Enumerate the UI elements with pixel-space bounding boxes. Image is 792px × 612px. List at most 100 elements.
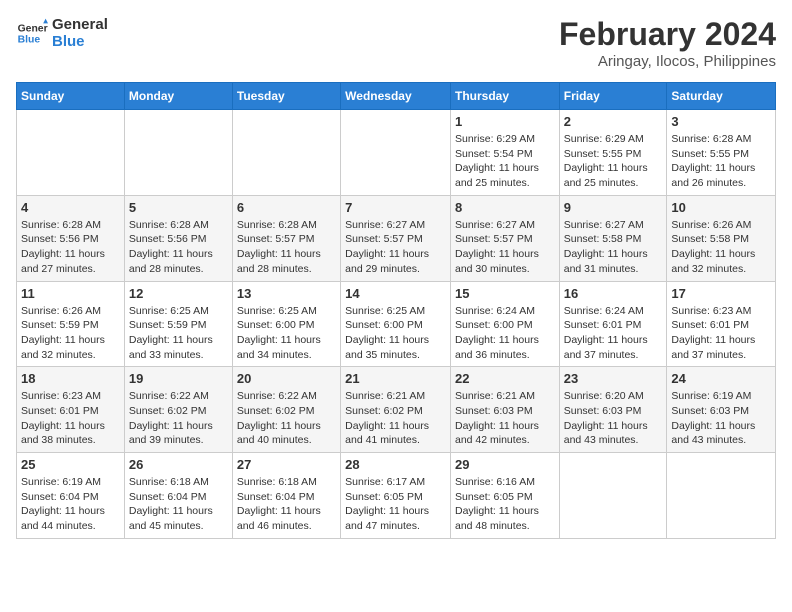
day-detail: Sunrise: 6:29 AMSunset: 5:55 PMDaylight:… bbox=[564, 132, 663, 191]
day-detail: Sunrise: 6:20 AMSunset: 6:03 PMDaylight:… bbox=[564, 389, 663, 448]
day-detail: Sunrise: 6:23 AMSunset: 6:01 PMDaylight:… bbox=[671, 304, 771, 363]
day-number: 14 bbox=[345, 286, 446, 301]
day-cell: 26 Sunrise: 6:18 AMSunset: 6:04 PMDayligh… bbox=[124, 453, 232, 539]
day-detail: Sunrise: 6:25 AMSunset: 5:59 PMDaylight:… bbox=[129, 304, 228, 363]
day-cell: 23 Sunrise: 6:20 AMSunset: 6:03 PMDayligh… bbox=[559, 367, 667, 453]
day-detail: Sunrise: 6:26 AMSunset: 5:59 PMDaylight:… bbox=[21, 304, 120, 363]
day-detail: Sunrise: 6:25 AMSunset: 6:00 PMDaylight:… bbox=[237, 304, 336, 363]
week-row-5: 25 Sunrise: 6:19 AMSunset: 6:04 PMDayligh… bbox=[17, 453, 776, 539]
day-number: 10 bbox=[671, 200, 771, 215]
day-detail: Sunrise: 6:27 AMSunset: 5:57 PMDaylight:… bbox=[455, 218, 555, 277]
day-number: 4 bbox=[21, 200, 120, 215]
day-number: 19 bbox=[129, 371, 228, 386]
day-detail: Sunrise: 6:29 AMSunset: 5:54 PMDaylight:… bbox=[455, 132, 555, 191]
day-cell bbox=[341, 110, 451, 196]
header-cell-friday: Friday bbox=[559, 83, 667, 110]
day-cell bbox=[124, 110, 232, 196]
day-detail: Sunrise: 6:21 AMSunset: 6:03 PMDaylight:… bbox=[455, 389, 555, 448]
svg-text:General: General bbox=[18, 23, 48, 34]
day-cell: 5Sunrise: 6:28 AMSunset: 5:56 PMDaylight… bbox=[124, 195, 232, 281]
day-cell: 3 Sunrise: 6:28 AMSunset: 5:55 PMDaylight… bbox=[667, 110, 776, 196]
day-detail: Sunrise: 6:19 AMSunset: 6:03 PMDaylight:… bbox=[671, 389, 771, 448]
day-cell: 14 Sunrise: 6:25 AMSunset: 6:00 PMDayligh… bbox=[341, 281, 451, 367]
day-number: 12 bbox=[129, 286, 228, 301]
day-cell: 7Sunrise: 6:27 AMSunset: 5:57 PMDaylight… bbox=[341, 195, 451, 281]
logo-icon: General Blue bbox=[16, 17, 48, 49]
day-detail: Sunrise: 6:22 AMSunset: 6:02 PMDaylight:… bbox=[129, 389, 228, 448]
day-number: 29 bbox=[455, 457, 555, 472]
day-cell: 18Sunrise: 6:23 AMSunset: 6:01 PMDayligh… bbox=[17, 367, 125, 453]
day-detail: Sunrise: 6:28 AMSunset: 5:56 PMDaylight:… bbox=[21, 218, 120, 277]
day-detail: Sunrise: 6:18 AMSunset: 6:04 PMDaylight:… bbox=[237, 475, 336, 534]
day-cell: 27 Sunrise: 6:18 AMSunset: 6:04 PMDayligh… bbox=[232, 453, 340, 539]
day-number: 23 bbox=[564, 371, 663, 386]
day-number: 20 bbox=[237, 371, 336, 386]
day-cell: 19 Sunrise: 6:22 AMSunset: 6:02 PMDayligh… bbox=[124, 367, 232, 453]
day-cell: 20 Sunrise: 6:22 AMSunset: 6:02 PMDayligh… bbox=[232, 367, 340, 453]
logo-line1: General bbox=[52, 16, 108, 33]
day-detail: Sunrise: 6:21 AMSunset: 6:02 PMDaylight:… bbox=[345, 389, 446, 448]
logo-line2: Blue bbox=[52, 33, 108, 50]
day-detail: Sunrise: 6:28 AMSunset: 5:55 PMDaylight:… bbox=[671, 132, 771, 191]
day-number: 3 bbox=[671, 114, 771, 129]
calendar-subtitle: Aringay, Ilocos, Philippines bbox=[559, 53, 776, 70]
header-cell-thursday: Thursday bbox=[450, 83, 559, 110]
day-number: 8 bbox=[455, 200, 555, 215]
calendar-table: SundayMondayTuesdayWednesdayThursdayFrid… bbox=[16, 82, 776, 539]
week-row-2: 4 Sunrise: 6:28 AMSunset: 5:56 PMDaylight… bbox=[17, 195, 776, 281]
day-cell bbox=[559, 453, 667, 539]
week-row-3: 11 Sunrise: 6:26 AMSunset: 5:59 PMDayligh… bbox=[17, 281, 776, 367]
header-cell-monday: Monday bbox=[124, 83, 232, 110]
header-cell-saturday: Saturday bbox=[667, 83, 776, 110]
day-cell bbox=[232, 110, 340, 196]
day-cell: 25 Sunrise: 6:19 AMSunset: 6:04 PMDayligh… bbox=[17, 453, 125, 539]
day-number: 7 bbox=[345, 200, 446, 215]
header-cell-wednesday: Wednesday bbox=[341, 83, 451, 110]
day-cell bbox=[17, 110, 125, 196]
day-cell: 12 Sunrise: 6:25 AMSunset: 5:59 PMDayligh… bbox=[124, 281, 232, 367]
day-cell: 17 Sunrise: 6:23 AMSunset: 6:01 PMDayligh… bbox=[667, 281, 776, 367]
day-detail: Sunrise: 6:26 AMSunset: 5:58 PMDaylight:… bbox=[671, 218, 771, 277]
day-detail: Sunrise: 6:27 AMSunset: 5:58 PMDaylight:… bbox=[564, 218, 663, 277]
day-cell: 2 Sunrise: 6:29 AMSunset: 5:55 PMDaylight… bbox=[559, 110, 667, 196]
day-detail: Sunrise: 6:25 AMSunset: 6:00 PMDaylight:… bbox=[345, 304, 446, 363]
day-number: 28 bbox=[345, 457, 446, 472]
day-cell: 28 Sunrise: 6:17 AMSunset: 6:05 PMDayligh… bbox=[341, 453, 451, 539]
day-number: 13 bbox=[237, 286, 336, 301]
day-cell: 29 Sunrise: 6:16 AMSunset: 6:05 PMDayligh… bbox=[450, 453, 559, 539]
day-cell: 10 Sunrise: 6:26 AMSunset: 5:58 PMDayligh… bbox=[667, 195, 776, 281]
week-row-4: 18Sunrise: 6:23 AMSunset: 6:01 PMDayligh… bbox=[17, 367, 776, 453]
day-number: 11 bbox=[21, 286, 120, 301]
day-number: 1 bbox=[455, 114, 555, 129]
day-detail: Sunrise: 6:17 AMSunset: 6:05 PMDaylight:… bbox=[345, 475, 446, 534]
header: General Blue General Blue February 2024 … bbox=[16, 16, 776, 70]
logo: General Blue General Blue bbox=[16, 16, 108, 50]
day-cell bbox=[667, 453, 776, 539]
day-cell: 13 Sunrise: 6:25 AMSunset: 6:00 PMDayligh… bbox=[232, 281, 340, 367]
calendar-title: February 2024 bbox=[559, 16, 776, 53]
day-cell: 15 Sunrise: 6:24 AMSunset: 6:00 PMDayligh… bbox=[450, 281, 559, 367]
day-number: 17 bbox=[671, 286, 771, 301]
day-detail: Sunrise: 6:28 AMSunset: 5:56 PMDaylight:… bbox=[129, 218, 228, 277]
day-number: 2 bbox=[564, 114, 663, 129]
day-detail: Sunrise: 6:19 AMSunset: 6:04 PMDaylight:… bbox=[21, 475, 120, 534]
day-detail: Sunrise: 6:24 AMSunset: 6:00 PMDaylight:… bbox=[455, 304, 555, 363]
day-number: 9 bbox=[564, 200, 663, 215]
day-number: 25 bbox=[21, 457, 120, 472]
day-number: 24 bbox=[671, 371, 771, 386]
day-detail: Sunrise: 6:18 AMSunset: 6:04 PMDaylight:… bbox=[129, 475, 228, 534]
day-number: 15 bbox=[455, 286, 555, 301]
day-number: 18 bbox=[21, 371, 120, 386]
day-cell: 22Sunrise: 6:21 AMSunset: 6:03 PMDayligh… bbox=[450, 367, 559, 453]
header-cell-sunday: Sunday bbox=[17, 83, 125, 110]
day-detail: Sunrise: 6:16 AMSunset: 6:05 PMDaylight:… bbox=[455, 475, 555, 534]
day-number: 21 bbox=[345, 371, 446, 386]
day-detail: Sunrise: 6:24 AMSunset: 6:01 PMDaylight:… bbox=[564, 304, 663, 363]
day-number: 26 bbox=[129, 457, 228, 472]
day-cell: 11 Sunrise: 6:26 AMSunset: 5:59 PMDayligh… bbox=[17, 281, 125, 367]
day-detail: Sunrise: 6:22 AMSunset: 6:02 PMDaylight:… bbox=[237, 389, 336, 448]
day-cell: 1 Sunrise: 6:29 AMSunset: 5:54 PMDaylight… bbox=[450, 110, 559, 196]
day-number: 27 bbox=[237, 457, 336, 472]
day-number: 16 bbox=[564, 286, 663, 301]
header-row: SundayMondayTuesdayWednesdayThursdayFrid… bbox=[17, 83, 776, 110]
